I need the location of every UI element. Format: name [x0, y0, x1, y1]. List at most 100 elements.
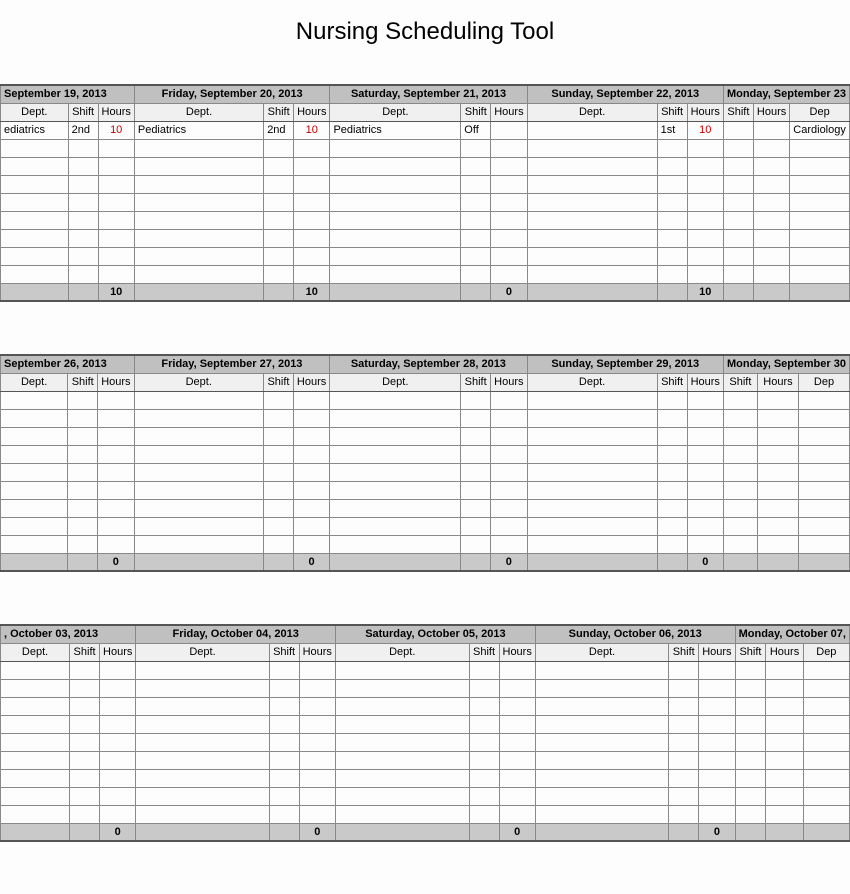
shift-cell[interactable] — [461, 193, 491, 211]
hours-cell[interactable] — [98, 157, 134, 175]
shift-cell[interactable] — [669, 661, 699, 679]
dept-cell[interactable] — [1, 535, 68, 553]
dept-cell[interactable] — [330, 265, 461, 283]
shift-cell[interactable] — [70, 679, 100, 697]
hours-cell[interactable] — [766, 769, 803, 787]
shift-cell[interactable] — [657, 139, 687, 157]
hours-cell[interactable] — [766, 715, 803, 733]
shift-cell[interactable] — [723, 229, 753, 247]
hours-cell[interactable] — [766, 787, 803, 805]
shift-cell[interactable] — [461, 463, 491, 481]
dept-cell[interactable] — [330, 229, 461, 247]
dept-cell[interactable] — [527, 409, 657, 427]
shift-cell[interactable] — [735, 787, 766, 805]
dept-cell[interactable] — [799, 535, 850, 553]
hours-cell[interactable] — [491, 535, 527, 553]
hours-cell[interactable] — [100, 661, 136, 679]
dept-cell[interactable] — [803, 787, 849, 805]
hours-cell[interactable] — [293, 517, 329, 535]
dept-cell[interactable] — [799, 463, 850, 481]
hours-cell[interactable] — [766, 679, 803, 697]
shift-cell[interactable] — [461, 265, 491, 283]
shift-cell[interactable] — [263, 391, 293, 409]
dept-cell[interactable] — [335, 769, 469, 787]
shift-cell[interactable] — [70, 697, 100, 715]
dept-cell[interactable] — [330, 517, 461, 535]
hours-cell[interactable] — [100, 751, 136, 769]
shift-cell[interactable] — [723, 445, 757, 463]
hours-cell[interactable] — [687, 247, 723, 265]
dept-cell[interactable] — [1, 229, 69, 247]
shift-cell[interactable] — [68, 229, 98, 247]
shift-cell[interactable] — [669, 751, 699, 769]
shift-cell[interactable] — [723, 517, 757, 535]
dept-cell[interactable] — [1, 715, 70, 733]
shift-cell[interactable] — [70, 769, 100, 787]
dept-cell[interactable] — [803, 661, 849, 679]
shift-cell[interactable] — [269, 751, 299, 769]
dept-cell[interactable]: Pediatrics — [330, 121, 461, 139]
hours-cell[interactable] — [293, 535, 329, 553]
dept-cell[interactable] — [803, 805, 849, 823]
hours-cell[interactable] — [491, 391, 527, 409]
shift-cell[interactable] — [657, 247, 687, 265]
hours-cell[interactable] — [753, 175, 789, 193]
dept-cell[interactable] — [1, 733, 70, 751]
hours-cell[interactable] — [699, 787, 735, 805]
hours-cell[interactable] — [491, 157, 527, 175]
shift-cell[interactable] — [723, 157, 753, 175]
hours-cell[interactable] — [699, 679, 735, 697]
hours-cell[interactable] — [757, 445, 798, 463]
dept-cell[interactable]: Pediatrics — [134, 121, 263, 139]
hours-cell[interactable] — [98, 175, 134, 193]
shift-cell[interactable] — [263, 445, 293, 463]
dept-cell[interactable] — [790, 139, 850, 157]
dept-cell[interactable] — [134, 499, 263, 517]
hours-cell[interactable] — [491, 463, 527, 481]
hours-cell[interactable] — [294, 175, 330, 193]
hours-cell[interactable] — [757, 481, 798, 499]
hours-cell[interactable] — [98, 391, 134, 409]
hours-cell[interactable] — [491, 499, 527, 517]
hours-cell[interactable] — [753, 121, 789, 139]
hours-cell[interactable] — [293, 409, 329, 427]
shift-cell[interactable] — [269, 697, 299, 715]
hours-cell[interactable] — [699, 769, 735, 787]
hours-cell[interactable] — [687, 265, 723, 283]
hours-cell[interactable] — [100, 733, 136, 751]
hours-cell[interactable] — [294, 139, 330, 157]
dept-cell[interactable] — [1, 247, 69, 265]
shift-cell[interactable] — [263, 409, 293, 427]
hours-cell[interactable] — [100, 769, 136, 787]
shift-cell[interactable] — [269, 769, 299, 787]
hours-cell[interactable] — [293, 499, 329, 517]
dept-cell[interactable] — [527, 121, 657, 139]
hours-cell[interactable] — [100, 715, 136, 733]
hours-cell[interactable] — [491, 265, 527, 283]
dept-cell[interactable] — [134, 409, 263, 427]
shift-cell[interactable] — [68, 157, 98, 175]
hours-cell[interactable] — [98, 499, 134, 517]
shift-cell[interactable] — [70, 751, 100, 769]
hours-cell[interactable] — [499, 769, 535, 787]
hours-cell[interactable] — [491, 193, 527, 211]
hours-cell[interactable] — [687, 463, 723, 481]
hours-cell[interactable] — [299, 769, 335, 787]
shift-cell[interactable] — [735, 697, 766, 715]
shift-cell[interactable] — [657, 193, 687, 211]
shift-cell[interactable]: 2nd — [68, 121, 98, 139]
hours-cell[interactable] — [687, 193, 723, 211]
dept-cell[interactable] — [799, 481, 850, 499]
dept-cell[interactable] — [799, 409, 850, 427]
shift-cell[interactable] — [264, 229, 294, 247]
dept-cell[interactable] — [335, 679, 469, 697]
hours-cell[interactable] — [491, 211, 527, 229]
shift-cell[interactable] — [263, 499, 293, 517]
dept-cell[interactable] — [1, 265, 69, 283]
hours-cell[interactable] — [491, 139, 527, 157]
dept-cell[interactable] — [134, 445, 263, 463]
shift-cell[interactable]: 2nd — [264, 121, 294, 139]
shift-cell[interactable] — [469, 751, 499, 769]
dept-cell[interactable] — [134, 463, 263, 481]
dept-cell[interactable] — [136, 769, 269, 787]
